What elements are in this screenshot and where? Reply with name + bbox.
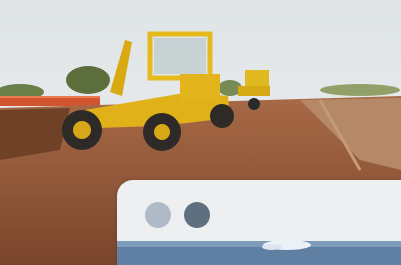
dot-light[interactable] [145, 202, 171, 228]
photo-frame [0, 0, 401, 265]
dot-dark[interactable] [184, 202, 210, 228]
sky-preview-image [117, 241, 401, 265]
overlay-card [117, 180, 401, 265]
